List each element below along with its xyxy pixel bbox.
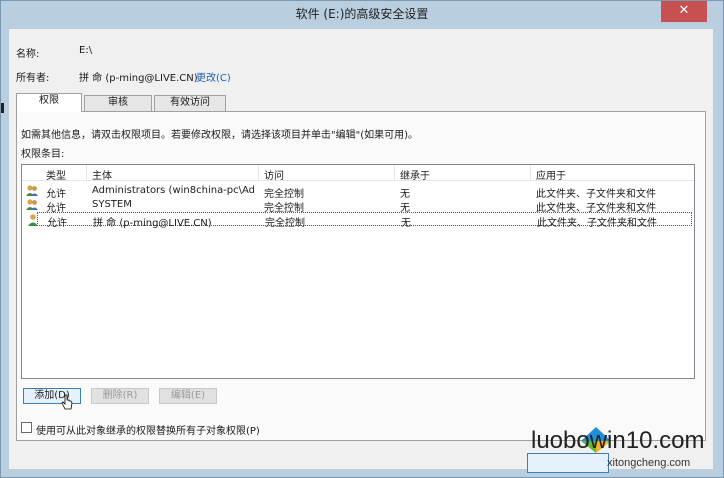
table-row[interactable]: 允许 拼 命 (p-ming@LIVE.CN) 完全控制 无 此文件夹、子文件夹… [28,212,692,229]
table-row[interactable]: 允许 SYSTEM 完全控制 无 此文件夹、子文件夹和文件 [22,198,694,214]
hand-cursor-icon [61,394,73,410]
table-row[interactable]: 允许 Administrators (win8china-pc\Adm... 完… [22,184,694,200]
column-divider[interactable] [530,165,531,181]
cell-access: 完全控制 [265,218,305,229]
watermark-subtext: xitongcheng.com [607,457,691,469]
name-value: E:\ [79,45,93,56]
entries-label: 权限条目: [21,149,65,160]
watermark-logo: luobowin10.com xitongcheng.com [519,421,724,478]
tab-label: 审核 [108,97,128,108]
tab-effective-access[interactable]: 有效访问 [154,95,226,111]
column-divider[interactable] [258,165,259,181]
column-header-applies[interactable]: 应用于 [536,167,566,182]
tab-permissions[interactable]: 权限 [16,93,82,112]
owner-label: 所有者: [16,73,50,84]
single-user-icon [28,214,38,226]
title-bar[interactable]: 软件 (E:)的高级安全设置 ✕ [1,1,723,27]
column-header-type[interactable]: 类型 [46,167,66,182]
close-button[interactable]: ✕ [661,1,707,22]
change-owner-link[interactable]: 更改(C) [196,69,231,84]
cell-applies: 此文件夹、子文件夹和文件 [537,218,657,229]
group-users-icon [26,199,38,210]
column-header-access[interactable]: 访问 [264,167,284,182]
tab-label: 权限 [39,95,59,106]
tab-auditing[interactable]: 审核 [84,95,152,111]
remove-button[interactable]: 删除(R) [91,388,149,404]
tab-label: 有效访问 [170,97,210,108]
cell-principal: 拼 命 (p-ming@LIVE.CN) [93,218,212,229]
column-header-principal[interactable]: 主体 [92,167,112,182]
column-header-inherited[interactable]: 继承于 [400,167,430,182]
dialog-client-area: 名称: E:\ 所有者: 拼 命 (p-ming@LIVE.CN) 更改(C) … [9,29,713,469]
column-divider[interactable] [394,165,395,181]
security-settings-window: 软件 (E:)的高级安全设置 ✕ 名称: E:\ 所有者: 拼 命 (p-min… [0,0,724,478]
permissions-panel: 如需其他信息，请双击权限项目。若要修改权限，请选择该项目并单击"编辑"(如果可用… [16,111,706,441]
replace-child-permissions-checkbox[interactable] [21,422,32,433]
edit-button[interactable]: 编辑(E) [159,388,217,404]
instructions-text: 如需其他信息，请双击权限项目。若要修改权限，请选择该项目并单击"编辑"(如果可用… [21,130,419,141]
group-users-icon [26,185,38,196]
owner-value: 拼 命 (p-ming@LIVE.CN) [79,73,198,84]
cell-principal: Administrators (win8china-pc\Adm... [92,185,254,196]
name-label: 名称: [16,49,40,60]
permission-entries-list[interactable]: 类型 主体 访问 继承于 应用于 允许 Administrators (win8… [21,164,695,379]
watermark-text: luobowin10.com [531,427,705,454]
column-divider[interactable] [86,165,87,181]
cell-inherited: 无 [401,218,411,229]
replace-child-permissions-label: 使用可从此对象继承的权限替换所有子对象权限(P) [36,426,260,437]
close-icon: ✕ [678,3,690,18]
cell-principal: SYSTEM [92,199,132,210]
desktop-edge-fragment [1,103,4,113]
cell-type: 允许 [47,218,67,229]
window-title: 软件 (E:)的高级安全设置 [295,7,429,21]
list-header: 类型 主体 访问 继承于 应用于 [22,165,694,182]
